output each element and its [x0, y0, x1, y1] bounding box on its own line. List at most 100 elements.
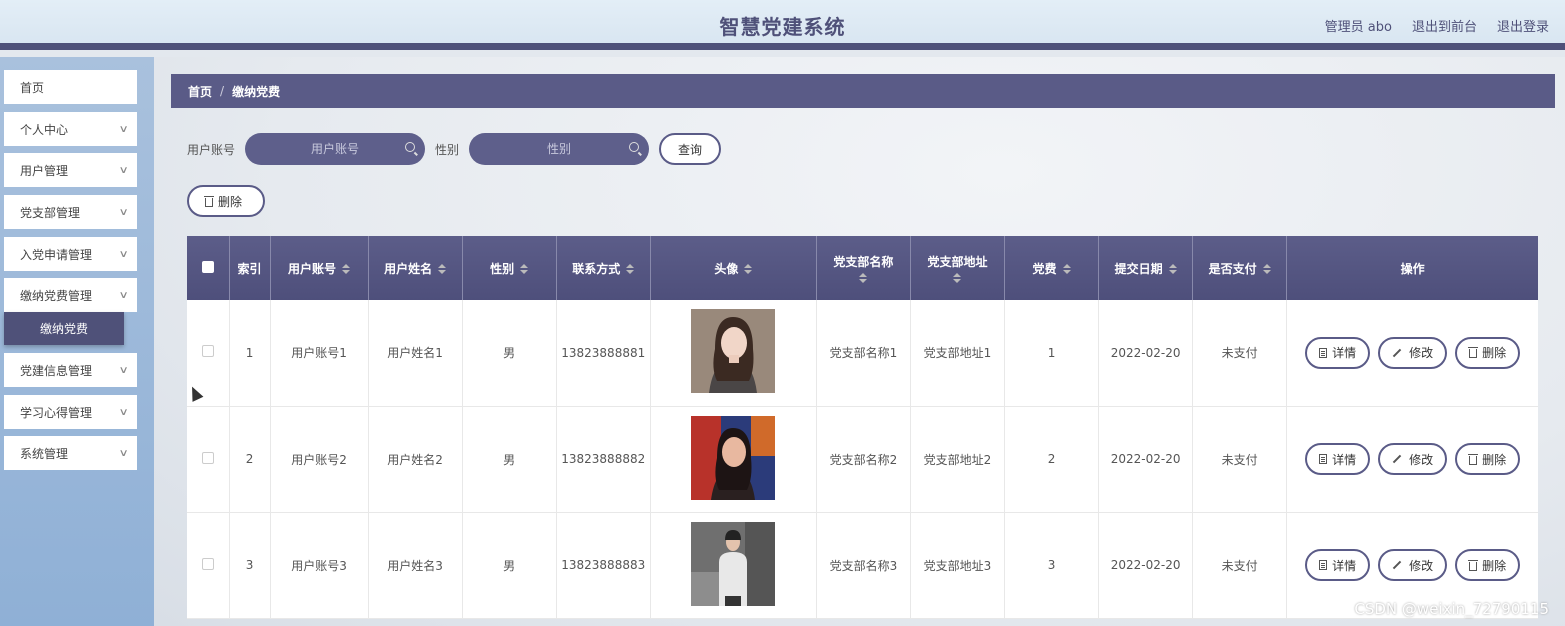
sidebar-item-branch-management[interactable]: 党支部管理 ∨ [4, 195, 137, 229]
column-header-name[interactable]: 用户姓名 [368, 236, 463, 300]
account-search-field [245, 133, 426, 165]
column-header-account[interactable]: 用户账号 [270, 236, 369, 300]
current-user: 管理员 abo [1324, 20, 1392, 35]
cell-phone: 13823888881 [556, 300, 651, 407]
detail-label: 详情 [1332, 558, 1357, 573]
column-header-label: 用户账号 [288, 261, 337, 276]
sidebar-item-home[interactable]: 首页 [4, 70, 137, 104]
document-icon [1319, 560, 1328, 570]
column-header-date[interactable]: 提交日期 [1098, 236, 1194, 300]
sidebar-item-system-management[interactable]: 系统管理 ∨ [4, 436, 137, 470]
sidebar-subitem-pay-fee[interactable]: 缴纳党费 [4, 312, 124, 345]
edit-label: 修改 [1409, 452, 1434, 467]
watermark: CSDN @weixin_72790115 [1354, 600, 1549, 618]
cell-phone: 13823888882 [556, 406, 651, 513]
breadcrumb-home[interactable]: 首页 [188, 83, 212, 100]
chevron-down-icon: ∨ [118, 364, 129, 376]
sidebar-item-user-management[interactable]: 用户管理 ∨ [4, 153, 137, 187]
row-select-cell [187, 406, 230, 513]
row-checkbox[interactable] [201, 557, 214, 570]
row-checkbox[interactable] [201, 451, 214, 464]
cell-index: 1 [229, 300, 271, 407]
trash-icon [1468, 559, 1479, 571]
cell-branch-address: 党支部地址3 [910, 512, 1006, 619]
cell-index: 2 [229, 406, 271, 513]
header-links: 管理员 abo 退出到前台 退出登录 [1325, 16, 1549, 35]
column-header-fee[interactable]: 党费 [1004, 236, 1100, 300]
document-icon [1319, 454, 1328, 464]
column-header-branch-name[interactable]: 党支部名称 [816, 236, 911, 300]
column-header-label: 党支部地址 [927, 255, 988, 269]
cell-branch-name: 党支部名称3 [816, 512, 911, 619]
row-select-cell [187, 512, 230, 619]
logout-link[interactable]: 退出登录 [1497, 16, 1549, 35]
sidebar-item-label: 个人中心 [20, 122, 69, 137]
cell-avatar [650, 406, 817, 513]
avatar[interactable] [691, 309, 776, 394]
detail-button[interactable]: 详情 [1305, 549, 1371, 581]
sidebar-item-label: 学习心得管理 [20, 405, 93, 420]
column-header-gender[interactable]: 性别 [462, 236, 557, 300]
delete-label: 删除 [1482, 558, 1507, 573]
sidebar-item-application-management[interactable]: 入党申请管理 ∨ [4, 237, 137, 271]
batch-delete-button[interactable]: 删除 [187, 185, 265, 217]
trash-icon [1468, 453, 1479, 465]
sidebar-item-party-info-management[interactable]: 党建信息管理 ∨ [4, 353, 137, 387]
avatar[interactable] [691, 521, 776, 606]
column-header-label: 是否支付 [1208, 261, 1257, 276]
edit-button[interactable]: 修改 [1378, 336, 1448, 369]
account-label: 用户账号 [187, 142, 236, 157]
cell-actions: 详情 修改 删除 [1286, 300, 1538, 407]
account-search-input[interactable] [260, 134, 411, 164]
delete-button[interactable]: 删除 [1455, 443, 1521, 475]
trash-icon [1468, 347, 1479, 359]
delete-button[interactable]: 删除 [1455, 549, 1521, 581]
trash-icon [204, 195, 214, 207]
query-button[interactable]: 查询 [659, 133, 722, 165]
search-bar: 用户账号 性别 查询 [187, 133, 722, 165]
cell-branch-address: 党支部地址2 [910, 406, 1006, 513]
fee-table: 索引 用户账号 用户姓名 性别 联系方式 头像 党支部名称 党支部地址 党费 提… [187, 236, 1538, 626]
column-header-avatar[interactable]: 头像 [650, 236, 817, 300]
gender-search-input[interactable] [484, 134, 635, 164]
detail-button[interactable]: 详情 [1305, 336, 1371, 369]
sort-icon [520, 264, 529, 274]
column-header-label: 性别 [490, 261, 515, 276]
select-all-checkbox[interactable] [201, 260, 214, 273]
cell-branch-name: 党支部名称1 [816, 300, 911, 407]
cell-name: 用户姓名1 [368, 300, 463, 407]
chevron-down-icon: ∨ [118, 206, 129, 218]
column-header-branch-address[interactable]: 党支部地址 [910, 236, 1006, 300]
cell-gender: 男 [462, 300, 557, 407]
back-to-front-link[interactable]: 退出到前台 [1412, 16, 1477, 35]
detail-label: 详情 [1332, 452, 1357, 467]
batch-delete-label: 删除 [218, 194, 243, 209]
edit-button[interactable]: 修改 [1378, 549, 1448, 581]
cell-fee: 1 [1004, 300, 1100, 407]
cell-index: 3 [229, 512, 271, 619]
delete-button[interactable]: 删除 [1455, 336, 1521, 369]
chevron-down-icon: ∨ [118, 248, 129, 260]
column-header-label: 党支部名称 [833, 255, 894, 269]
sidebar-item-personal-center[interactable]: 个人中心 ∨ [4, 112, 137, 146]
sidebar: 首页 个人中心 ∨ 用户管理 ∨ 党支部管理 ∨ 入党申请管理 ∨ 缴纳党费管理 ∨ 缴纳… [0, 57, 154, 626]
edit-button[interactable]: 修改 [1378, 443, 1448, 475]
cell-branch-name: 党支部名称2 [816, 406, 911, 513]
document-icon [1319, 347, 1328, 358]
edit-label: 修改 [1409, 558, 1434, 573]
cell-gender: 男 [462, 406, 557, 513]
sidebar-item-label: 系统管理 [20, 446, 69, 461]
cell-fee: 2 [1004, 406, 1100, 513]
edit-label: 修改 [1409, 346, 1434, 361]
avatar[interactable] [691, 415, 776, 500]
sort-icon [1062, 264, 1071, 274]
cell-avatar [650, 300, 817, 407]
detail-button[interactable]: 详情 [1305, 443, 1371, 475]
chevron-down-icon: ∨ [118, 447, 129, 459]
column-header-paid[interactable]: 是否支付 [1192, 236, 1288, 300]
row-checkbox[interactable] [201, 345, 214, 358]
column-header-label: 头像 [714, 261, 739, 276]
sidebar-item-study-notes-management[interactable]: 学习心得管理 ∨ [4, 395, 137, 429]
column-header-phone[interactable]: 联系方式 [556, 236, 651, 300]
sidebar-item-fee-management[interactable]: 缴纳党费管理 ∨ [4, 278, 137, 312]
